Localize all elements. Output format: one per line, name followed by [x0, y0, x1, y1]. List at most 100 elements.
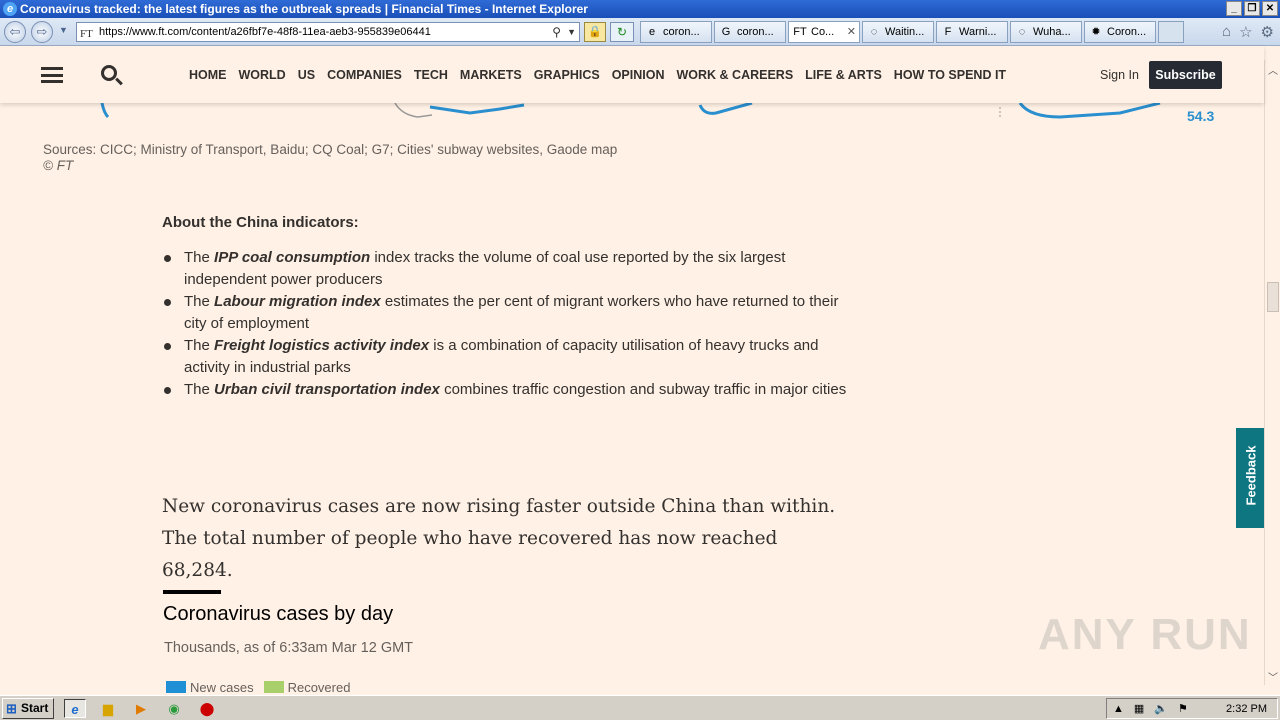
scroll-down-icon[interactable]: ﹀ — [1265, 669, 1280, 684]
loading-icon: ◌ — [870, 26, 878, 38]
china-indicators: About the China indicators: The IPP coal… — [162, 214, 852, 401]
feedback-label: Feedback — [1243, 445, 1259, 506]
copyright-text: © FT — [43, 158, 74, 173]
ie-icon: e — [648, 26, 656, 38]
home-icon[interactable]: ⌂ — [1222, 23, 1231, 41]
ie-taskbar-icon[interactable]: e — [64, 699, 86, 718]
anyrun-watermark: ANY RUN — [1038, 610, 1252, 659]
address-bar[interactable]: FT https://www.ft.com/content/a26fbf7e-4… — [76, 22, 580, 42]
history-dropdown-icon[interactable]: ▼ — [59, 25, 68, 35]
chart-sources: Sources: CICC; Ministry of Transport, Ba… — [43, 142, 617, 174]
nav-item[interactable]: HOW TO SPEND IT — [894, 68, 1006, 82]
media-player-taskbar-icon[interactable]: ▶ — [130, 699, 152, 718]
flag-icon[interactable]: ⚑ — [1178, 702, 1188, 715]
taskbar-clock[interactable]: 2:32 PM — [1226, 703, 1277, 715]
legend-entry: Recovered — [263, 680, 351, 695]
tab-strip: e coron... Gcoron... FT Co... ✕ ◌ Waitin... F War… — [640, 21, 1184, 43]
indicator-prefix: The — [184, 249, 210, 266]
system-tray: ▲ ▦ 🔈 ⚑ 2:32 PM — [1106, 698, 1278, 719]
tab-label: Warni... — [959, 26, 997, 38]
address-search-icon[interactable]: ⚲ — [552, 23, 561, 41]
tray-expand-icon[interactable]: ▲ — [1113, 703, 1124, 715]
tab-label: Waitin... — [885, 26, 925, 38]
feedback-tab[interactable]: Feedback — [1236, 428, 1264, 528]
refresh-icon[interactable]: ↻ — [610, 22, 634, 42]
browser-tab[interactable]: ◌ Waitin... — [862, 21, 934, 43]
loading-icon: ◌ — [1018, 26, 1026, 38]
minimize-button[interactable]: _ — [1226, 1, 1242, 16]
browser-tab[interactable]: F Warni... — [936, 21, 1008, 43]
sources-text: Sources: CICC; Ministry of Transport, Ba… — [43, 142, 618, 157]
nav-item[interactable]: GRAPHICS — [534, 68, 600, 82]
start-button[interactable]: Start — [2, 698, 54, 719]
indicator-item: The IPP coal consumption index tracks th… — [162, 247, 852, 291]
nav-item[interactable]: MARKETS — [460, 68, 522, 82]
browser-tab[interactable]: ✹ Coron... — [1084, 21, 1156, 43]
forward-icon[interactable]: ⇨ — [31, 21, 53, 43]
browser-tab[interactable]: ◌ Wuha... — [1010, 21, 1082, 43]
opera-taskbar-icon[interactable]: ⬤ — [196, 699, 218, 718]
nav-item[interactable]: OPINION — [612, 68, 665, 82]
indicators-list: The IPP coal consumption index tracks th… — [162, 247, 852, 401]
virus-icon: ✹ — [1091, 26, 1101, 38]
nav-item[interactable]: WORK & CAREERS — [677, 68, 794, 82]
article-paragraph: New coronavirus cases are now rising fas… — [162, 496, 836, 581]
lock-icon[interactable]: 🔒 — [584, 22, 606, 42]
tab-label: Co... — [811, 26, 835, 38]
browser-tab[interactable]: Gcoron... — [714, 21, 786, 43]
nav-item[interactable]: COMPANIES — [327, 68, 402, 82]
indicator-name: Urban civil transportation index — [214, 381, 440, 398]
network-icon[interactable]: ▦ — [1134, 702, 1144, 715]
nav-item[interactable]: TECH — [414, 68, 448, 82]
subscribe-button[interactable]: Subscribe — [1149, 61, 1222, 89]
ie-logo-icon: e — [3, 2, 17, 16]
scroll-up-icon[interactable]: ︿ — [1265, 62, 1280, 77]
indicator-item: The Labour migration index estimates the… — [162, 291, 852, 335]
chart-title: Coronavirus cases by day — [163, 603, 394, 625]
sign-in-link[interactable]: Sign In — [1100, 68, 1139, 82]
indicator-name: IPP coal consumption — [214, 249, 371, 266]
close-tab-icon[interactable]: ✕ — [847, 22, 859, 42]
nav-item[interactable]: WORLD — [239, 68, 286, 82]
legend-swatch — [166, 681, 186, 693]
indicator-description: combines traffic congestion and subway t… — [444, 381, 847, 398]
close-window-button[interactable]: ✕ — [1262, 1, 1278, 16]
google-icon: G — [721, 26, 731, 38]
tab-label: Wuha... — [1033, 26, 1071, 38]
favorites-star-icon[interactable]: ☆ — [1239, 23, 1252, 41]
legend-entry: New cases — [166, 680, 254, 695]
scroll-thumb[interactable] — [1267, 282, 1279, 312]
search-icon[interactable] — [101, 65, 117, 81]
legend-swatch — [263, 681, 284, 693]
new-tab-button[interactable] — [1158, 21, 1184, 43]
indicator-item: The Urban civil transportation index com… — [162, 379, 852, 401]
legend-label: Recovered — [287, 680, 351, 695]
tools-gear-icon[interactable]: ⚙ — [1261, 23, 1274, 41]
indicator-name: Freight logistics activity index — [214, 337, 430, 354]
address-dropdown-icon[interactable]: ▼ — [567, 23, 576, 41]
ft-icon: FT — [793, 26, 807, 38]
window-title: Coronavirus tracked: the latest figures … — [20, 2, 588, 16]
chrome-taskbar-icon[interactable]: ◉ — [163, 699, 185, 718]
tab-label: coron... — [737, 26, 774, 38]
browser-tab[interactable]: e coron... — [640, 21, 712, 43]
back-icon[interactable]: ⇦ — [4, 21, 26, 43]
folder-taskbar-icon[interactable]: ▆ — [97, 699, 119, 718]
chart-title-rule — [163, 590, 221, 594]
ft-favicon-icon: FT — [80, 28, 93, 40]
main-nav: HOME WORLD US COMPANIES TECH MARKETS GRAPHICS O… — [189, 68, 1006, 82]
volume-icon[interactable]: 🔈 — [1154, 702, 1168, 715]
nav-item[interactable]: LIFE & ARTS — [805, 68, 882, 82]
restore-button[interactable]: ❐ — [1244, 1, 1260, 16]
ft-header: HOME WORLD US COMPANIES TECH MARKETS GRAPHICS O… — [0, 46, 1264, 103]
nav-item[interactable]: US — [298, 68, 315, 82]
chart-legend: New cases Recovered — [166, 680, 350, 695]
tab-label: coron... — [663, 26, 700, 38]
window-title-bar: e Coronavirus tracked: the latest figure… — [0, 0, 1280, 18]
browser-tab[interactable]: FT Co... ✕ — [788, 21, 860, 43]
f-icon: F — [944, 26, 952, 38]
nav-item[interactable]: HOME — [189, 68, 227, 82]
page-scrollbar[interactable]: ︿ ﹀ — [1264, 60, 1280, 685]
indicators-heading: About the China indicators: — [162, 214, 359, 231]
menu-hamburger-icon[interactable] — [41, 67, 63, 83]
